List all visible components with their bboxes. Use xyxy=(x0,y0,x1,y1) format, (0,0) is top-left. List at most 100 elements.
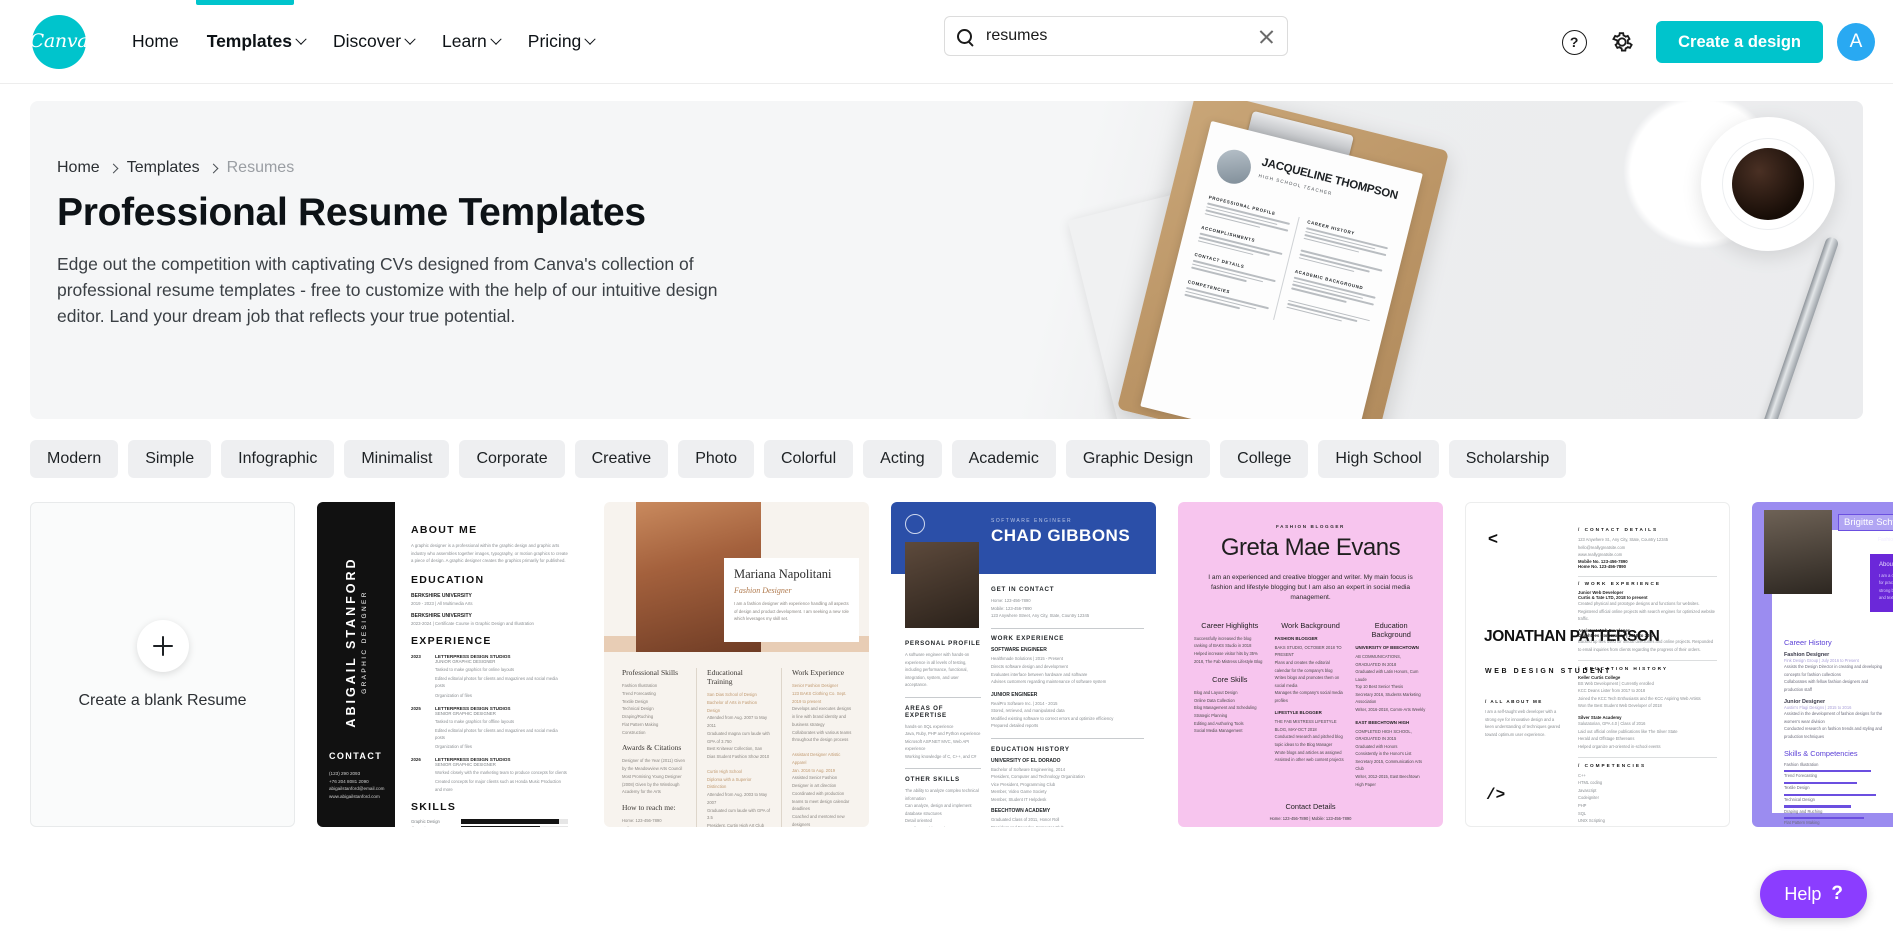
entry-body: Created physical and prototype designs a… xyxy=(1578,601,1715,622)
help-floating-button[interactable]: Help ? xyxy=(1760,870,1867,918)
section-heading: PERSONAL PROFILE xyxy=(905,640,981,647)
entry-title: FASHION BLOGGER xyxy=(1274,635,1318,641)
section-body: I am a self-taught web developer with a … xyxy=(1485,709,1561,737)
settings-button[interactable] xyxy=(1601,21,1643,63)
entry-bullet: Won the Best Student Web Developer of 20… xyxy=(1578,703,1662,709)
entry-detail: Graduated Class of 2011, Honor Roll xyxy=(991,817,1060,823)
create-blank-resume-card[interactable]: Create a blank Resume xyxy=(30,502,295,827)
nav-link-learn[interactable]: Learn xyxy=(428,23,514,60)
list-item: Graduated magna cum laude with GPA of 3.… xyxy=(707,730,770,744)
section-heading: OTHER SKILLS xyxy=(905,776,960,783)
skill-bar xyxy=(461,826,568,827)
list-item: Draping/Ruching xyxy=(622,714,654,720)
entry-title: UNIVERSITY OF BEECHTOWN xyxy=(1355,645,1419,651)
canva-logo[interactable]: Canva xyxy=(30,14,89,69)
entry-title: SOFTWARE ENGINEER xyxy=(991,647,1047,654)
entry-detail: Salutatorian, GPA 4.0 | Class of 2016 xyxy=(1578,720,1646,726)
breadcrumb: Home Templates Resumes xyxy=(57,159,777,177)
entry-title: JUNIOR ENGINEER xyxy=(991,691,1038,698)
skill-label: Flat Pattern Making xyxy=(1784,820,1820,826)
entry-detail: Jan. 2016 to Aug. 2019 xyxy=(792,767,836,773)
template-card-brigitte-schwartz[interactable]: Career History Fashion Designer Fink Des… xyxy=(1752,502,1893,827)
template-card-greta-mae-evans[interactable]: FASHION BLOGGER Greta Mae Evans I am an … xyxy=(1178,502,1443,827)
section-heading: Skills & Competencies xyxy=(1784,748,1858,758)
filter-chip-college[interactable]: College xyxy=(1220,440,1309,478)
entry-bullet: Prepared detailed reports xyxy=(991,723,1039,729)
list-item: Detail oriented xyxy=(905,818,933,824)
filter-chip-acting[interactable]: Acting xyxy=(863,440,942,478)
filter-chip-graphic-design[interactable]: Graphic Design xyxy=(1065,440,1211,478)
nav-link-home[interactable]: Home xyxy=(118,23,193,60)
entry-bullet: Writer, 2016-2018, Comm-Arts Weekly xyxy=(1355,707,1426,713)
gear-icon xyxy=(1612,32,1633,52)
entry-bullet: Consistently in the Honor's List xyxy=(1355,751,1412,757)
filter-chip-photo[interactable]: Photo xyxy=(678,440,754,478)
template-name: Brigitte Schwartz xyxy=(1844,517,1893,528)
skill-label: Codeigniter xyxy=(1578,795,1599,801)
entry-bullet: Manages the company's social media profi… xyxy=(1274,690,1343,703)
entry-title: San Dias School of Design xyxy=(707,692,757,697)
avatar[interactable]: A xyxy=(1837,23,1875,61)
template-role: Fashion Designer xyxy=(1878,537,1893,543)
breadcrumb-item-templates[interactable]: Templates xyxy=(127,159,200,177)
nav-link-pricing[interactable]: Pricing xyxy=(514,23,609,60)
filter-chip-corporate[interactable]: Corporate xyxy=(459,440,565,478)
search-input[interactable]: resumes xyxy=(944,16,1288,56)
nav-link-discover[interactable]: Discover xyxy=(319,23,428,60)
clear-search-icon[interactable] xyxy=(1258,28,1275,45)
entry-detail: RealPro Software Inc. | 2014 - 2015 xyxy=(991,700,1058,706)
contact-line: +76 204 8081 2090 xyxy=(329,778,369,784)
template-card-mariana-napolitani[interactable]: Mariana Napolitani Fashion Designer I am… xyxy=(604,502,869,827)
page-title: Professional Resume Templates xyxy=(57,191,646,234)
skill-label: Javascript xyxy=(1578,787,1597,793)
nav-link-templates[interactable]: Templates xyxy=(193,23,319,60)
section-heading: / WORK EXPERIENCE xyxy=(1578,581,1661,587)
section-heading: EXPERIENCE xyxy=(411,635,492,648)
template-role: FASHION BLOGGER xyxy=(1276,524,1345,529)
skill-label: PHP xyxy=(1578,803,1587,809)
entry-bullet: Conducted research on fashion trends and… xyxy=(1784,726,1883,739)
skill-label: WordPress xyxy=(1578,825,1717,827)
section-body: A graphic designer is a professional wit… xyxy=(411,543,568,564)
section-heading: / COMPETENCIES xyxy=(1578,762,1647,768)
list-item: Helped increase visitor hits by 35% 2018… xyxy=(1194,650,1263,664)
filter-chip-simple[interactable]: Simple xyxy=(128,440,212,478)
filter-chip-colorful[interactable]: Colorful xyxy=(764,440,854,478)
chevron-down-icon xyxy=(404,33,416,45)
list-item: Trend Forecasting xyxy=(622,690,656,696)
list-item: Social Media Management xyxy=(1194,728,1243,734)
template-name: ABIGAIL STANFORD xyxy=(344,556,358,728)
filter-chip-modern[interactable]: Modern xyxy=(30,440,119,478)
chevron-down-icon xyxy=(295,33,307,45)
section-heading: Educational Training xyxy=(707,668,743,686)
filter-chip-high-school[interactable]: High School xyxy=(1318,440,1439,478)
template-card-jonathan-patterson[interactable]: < JONATHAN PATTERSON WEB DESIGN STUDENT … xyxy=(1465,502,1730,827)
angle-bracket-icon: < xyxy=(1488,529,1498,548)
create-a-design-button[interactable]: Create a design xyxy=(1656,21,1823,63)
entry-bullet: Graduated with Honors xyxy=(1355,743,1398,749)
entry-bullet: Graduated with Latin Honors, Cum Laude xyxy=(1355,669,1419,682)
help-button[interactable]: ? xyxy=(1553,21,1595,63)
entry-bullet: Edited editorial photos for clients and … xyxy=(435,676,558,689)
filter-chip-infographic[interactable]: Infographic xyxy=(221,440,335,478)
filter-chip-scholarship[interactable]: Scholarship xyxy=(1448,440,1567,478)
contact-line: Home No. 123-456-7890 xyxy=(1578,563,1627,569)
breadcrumb-item-home[interactable]: Home xyxy=(57,159,100,177)
skill-label: UNIX Scripting xyxy=(1578,818,1605,824)
filter-chip-creative[interactable]: Creative xyxy=(574,440,669,478)
template-card-chad-gibbons[interactable]: SOFTWARE ENGINEER CHAD GIBBONS GET IN CO… xyxy=(891,502,1156,827)
template-name: CHAD GIBBONS xyxy=(991,526,1131,545)
entry-detail: Bachelor of Software Engineering, 2014 xyxy=(991,766,1066,772)
filter-chip-academic[interactable]: Academic xyxy=(951,440,1056,478)
section-heading: ABOUT ME xyxy=(411,524,478,536)
filter-chip-minimalist[interactable]: Minimalist xyxy=(344,440,450,478)
skill-label: Fashion Illustration xyxy=(1784,761,1819,767)
entry-detail: COMPLETED HIGH SCHOOL, GRADUATED IN 2015 xyxy=(1355,728,1412,742)
top-navigation-bar: Canva Home Templates Discover Learn Pric… xyxy=(0,0,1893,84)
template-name: Mariana Napolitani xyxy=(734,567,832,581)
entry-year: 2025 xyxy=(411,705,421,711)
side-contact-text: @reallygreatsite www.reallygreatsite.com xyxy=(1776,615,1781,692)
help-label: Help xyxy=(1784,883,1822,904)
template-card-abigail-stanford[interactable]: ABIGAIL STANFORD GRAPHIC DESIGNER CONTAC… xyxy=(317,502,582,827)
entry-bullet: Writer, 2012-2015, East Beechtown High P… xyxy=(1355,773,1420,787)
